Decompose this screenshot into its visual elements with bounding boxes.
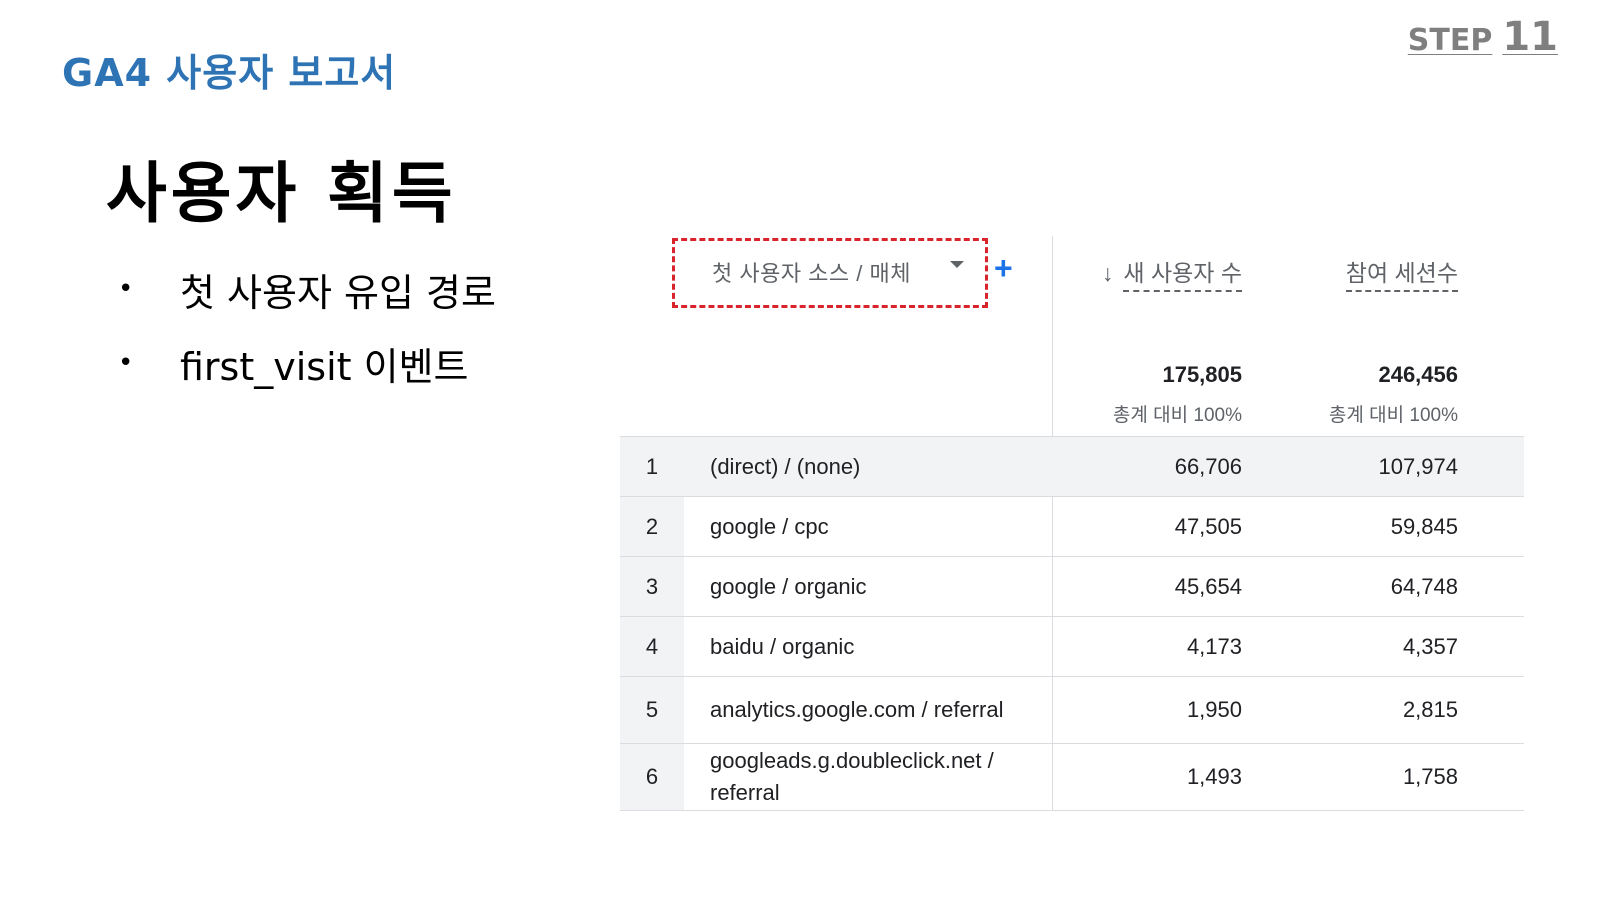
row-sessions: 2,815 [1402, 697, 1458, 722]
row-sessions: 4,357 [1402, 633, 1458, 659]
row-index: 2 [620, 497, 684, 556]
row-name[interactable]: google / organic [684, 571, 1052, 603]
row-index: 3 [620, 557, 684, 616]
total-percent: 총계 대비 100% [1328, 405, 1458, 426]
bullet-dot: • [118, 348, 134, 378]
row-new-users: 1,493 [1186, 764, 1242, 789]
row-name[interactable]: analytics.google.com / referral [684, 694, 1052, 726]
table-row[interactable]: 6 googleads.g.doubleclick.net / referral… [620, 744, 1524, 811]
step-indicator: STEP 11 [1408, 14, 1558, 60]
column-header-new-users[interactable]: ↓ 새 사용자 수 [1101, 254, 1242, 292]
row-new-users: 1,950 [1186, 697, 1242, 722]
arrow-down-icon: ↓ [1101, 260, 1114, 286]
row-name[interactable]: googleads.g.doubleclick.net / referral [684, 745, 1052, 809]
row-index: 1 [620, 437, 684, 496]
table-row[interactable]: 1 (direct) / (none) 66,706 107,974 [620, 437, 1524, 497]
row-sessions: 64,748 [1390, 573, 1458, 599]
total-value: 175,805 [1162, 362, 1242, 387]
column-header-sessions[interactable]: 참여 세션수 [1345, 254, 1458, 292]
row-index: 5 [620, 677, 684, 743]
row-sessions: 59,845 [1390, 513, 1458, 539]
row-index: 4 [620, 617, 684, 676]
table-row[interactable]: 4 baidu / organic 4,173 4,357 [620, 617, 1524, 677]
total-percent: 총계 대비 100% [1112, 405, 1242, 426]
report-table: 첫 사용자 소스 / 매체 + ↓ 새 사용자 수 참여 세션수 175,805 … [620, 236, 1524, 811]
bullet-dot: • [118, 274, 134, 304]
table-row[interactable]: 5 analytics.google.com / referral 1,950 … [620, 677, 1524, 744]
step-number: 11 [1502, 14, 1558, 60]
dimension-selector[interactable]: 첫 사용자 소스 / 매체 [712, 256, 911, 288]
row-new-users: 4,173 [1186, 633, 1242, 659]
total-new-users: 175,805 총계 대비 100% [1113, 362, 1242, 427]
table-row[interactable]: 3 google / organic 45,654 64,748 [620, 557, 1524, 617]
table-body: 1 (direct) / (none) 66,706 107,974 2 goo… [620, 436, 1524, 811]
total-value: 246,456 [1378, 362, 1458, 387]
bullet-text: first_visit 이벤트 [180, 344, 469, 389]
bullet-text: 첫 사용자 유입 경로 [180, 270, 496, 315]
total-sessions: 246,456 총계 대비 100% [1329, 362, 1458, 427]
step-word: STEP [1407, 23, 1493, 58]
row-name[interactable]: (direct) / (none) [684, 451, 1052, 483]
row-name[interactable]: baidu / organic [684, 631, 1052, 663]
plus-icon[interactable]: + [994, 252, 1013, 284]
column-header-label: 새 사용자 수 [1123, 260, 1242, 292]
row-sessions: 107,974 [1378, 453, 1458, 479]
table-row[interactable]: 2 google / cpc 47,505 59,845 [620, 497, 1524, 557]
page-title: 사용자 획득 [106, 155, 457, 232]
bullet-item: • first_visit 이벤트 [118, 326, 496, 400]
chevron-down-icon[interactable] [950, 261, 964, 268]
bullet-item: • 첫 사용자 유입 경로 [118, 252, 496, 326]
column-header-label: 참여 세션수 [1345, 260, 1458, 292]
row-new-users: 66,706 [1174, 453, 1242, 479]
row-new-users: 45,654 [1174, 573, 1242, 599]
row-name[interactable]: google / cpc [684, 511, 1052, 543]
bullet-list: • 첫 사용자 유입 경로 • first_visit 이벤트 [118, 252, 496, 400]
row-index: 6 [620, 744, 684, 810]
row-sessions: 1,758 [1402, 764, 1458, 789]
table-header: 첫 사용자 소스 / 매체 + ↓ 새 사용자 수 참여 세션수 175,805 … [620, 236, 1524, 436]
row-new-users: 47,505 [1174, 513, 1242, 539]
section-label: GA4 사용자 보고서 [62, 51, 397, 95]
